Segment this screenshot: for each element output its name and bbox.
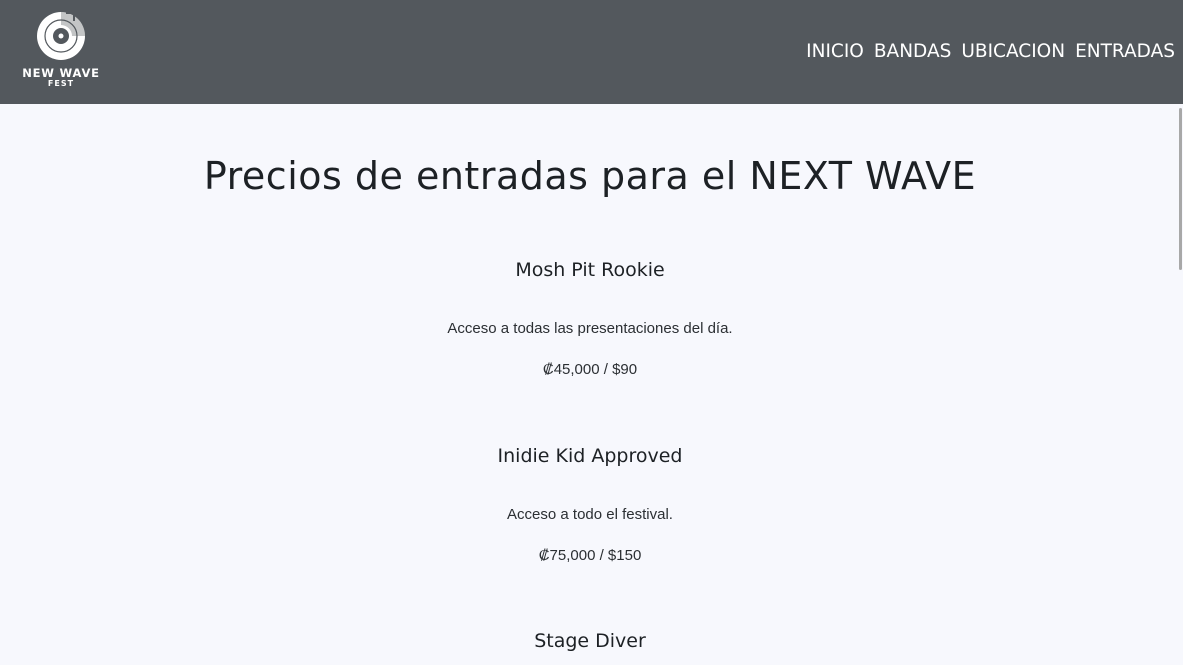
vinyl-record-icon — [37, 12, 85, 60]
ticket-price: ₡45,000 / $90 — [542, 361, 638, 378]
ticket-name: Mosh Pit Rookie — [515, 259, 665, 281]
ticket-indie-kid-approved: Inidie Kid Approved Acceso a todo el fes… — [0, 444, 1180, 566]
main-nav: INICIO BANDAS UBICACION ENTRADAS — [806, 40, 1175, 64]
ticket-name: Stage Diver — [534, 630, 646, 652]
ticket-description: Acceso a todo el festival. — [507, 506, 673, 523]
ticket-price: ₡75,000 / $150 — [538, 547, 642, 564]
ticket-description: Acceso a todas las presentaciones del dí… — [447, 320, 733, 337]
nav-link-entradas[interactable]: ENTRADAS — [1075, 40, 1175, 64]
nav-link-bandas[interactable]: BANDAS — [874, 40, 952, 64]
navbar: NEW WAVE FEST INICIO BANDAS UBICACION EN… — [0, 0, 1183, 104]
ticket-mosh-pit-rookie: Mosh Pit Rookie Acceso a todas las prese… — [0, 258, 1180, 380]
nav-link-inicio[interactable]: INICIO — [806, 40, 864, 64]
brand-name: NEW WAVE — [22, 66, 100, 80]
brand-logo[interactable]: NEW WAVE FEST — [18, 8, 104, 92]
ticket-name: Inidie Kid Approved — [497, 445, 683, 467]
brand-subtitle: FEST — [47, 79, 75, 88]
ticket-stage-diver: Stage Diver — [0, 629, 1180, 653]
nav-link-ubicacion[interactable]: UBICACION — [961, 40, 1065, 64]
page-title: Precios de entradas para el NEXT WAVE — [203, 154, 977, 198]
